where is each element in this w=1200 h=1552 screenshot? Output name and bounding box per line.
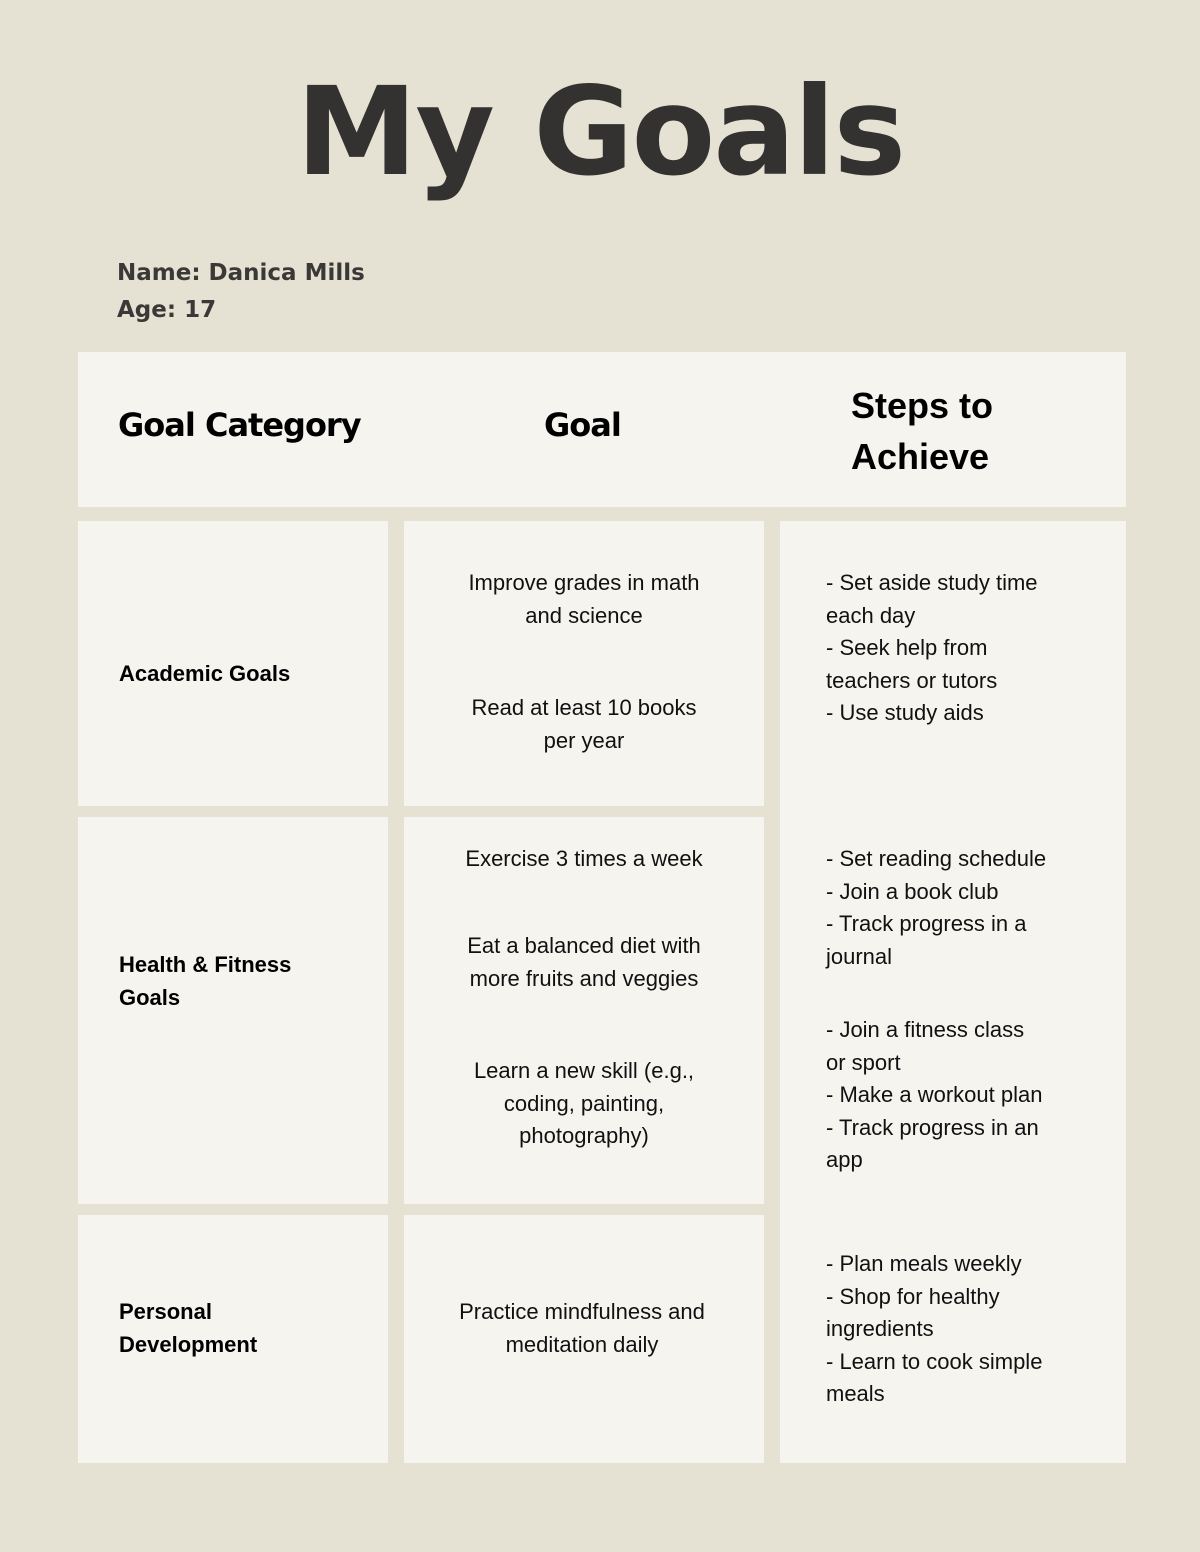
goal-item: Exercise 3 times a week — [404, 843, 764, 876]
header-steps-to-achieve: Steps to Achieve — [851, 380, 1051, 482]
step-line: - Use study aids — [826, 700, 984, 725]
steps-group-fitness: - Join a fitness class or sport - Make a… — [826, 1014, 1096, 1177]
category-label-line: Personal — [119, 1299, 212, 1324]
steps-group-academic: - Set aside study time each day - Seek h… — [826, 567, 1096, 730]
goal-cell-personal-development: Practice mindfulness and meditation dail… — [404, 1215, 764, 1463]
step-line: journal — [826, 943, 893, 969]
goal-line: Learn a new skill (e.g., — [473, 1058, 695, 1083]
header-steps-line: Steps to — [851, 385, 994, 426]
page-title: My Goals — [295, 61, 906, 203]
step-line: meals — [826, 1381, 885, 1406]
goal-cell-academic: Improve grades in math and science Read … — [404, 521, 764, 806]
steps-group-reading: - Set reading schedule - Join a book clu… — [826, 843, 1096, 973]
step-line: - Shop for healthy — [826, 1283, 1000, 1309]
header-goal-category: Goal Category — [118, 406, 362, 444]
step-line: each day — [826, 602, 916, 628]
goal-line: meditation daily — [505, 1331, 659, 1357]
goal-line: Exercise 3 times a week — [465, 846, 703, 871]
step-line: - Track progress in an — [826, 1114, 1039, 1140]
goal-line: Improve grades in math — [468, 570, 700, 595]
category-label-line: Development — [119, 1331, 258, 1357]
category-label: Health & Fitness Goals — [119, 949, 369, 1014]
goal-item: Eat a balanced diet with more fruits and… — [404, 930, 764, 995]
header-goal: Goal — [544, 406, 622, 444]
step-line: - Set reading schedule — [826, 846, 1047, 871]
step-line: - Learn to cook simple — [826, 1348, 1043, 1374]
step-line: - Set aside study time — [826, 570, 1038, 595]
steps-cell: - Set aside study time each day - Seek h… — [780, 521, 1126, 1463]
goal-item: Learn a new skill (e.g., coding, paintin… — [404, 1055, 764, 1153]
student-name: Name: Danica Mills — [117, 260, 365, 286]
goal-line: per year — [543, 727, 625, 753]
step-line: app — [826, 1147, 863, 1172]
category-label: Academic Goals — [119, 658, 369, 691]
goal-line: Practice mindfulness and — [459, 1299, 705, 1324]
goal-line: photography) — [519, 1123, 649, 1148]
steps-group-diet: - Plan meals weekly - Shop for healthy i… — [826, 1248, 1096, 1411]
step-line: teachers or tutors — [826, 667, 998, 693]
goal-item: Practice mindfulness and meditation dail… — [402, 1296, 762, 1361]
step-line: ingredients — [826, 1316, 934, 1341]
step-line: or sport — [826, 1049, 901, 1075]
goal-item: Read at least 10 books per year — [404, 692, 764, 757]
step-line: - Track progress in a — [826, 911, 1027, 936]
goal-line: Read at least 10 books — [471, 695, 697, 720]
goal-line: coding, painting, — [503, 1090, 665, 1116]
category-cell-health-fitness: Health & Fitness Goals — [78, 817, 388, 1204]
student-age: Age: 17 — [117, 297, 217, 323]
goal-item: Improve grades in math and science — [404, 567, 764, 632]
category-cell-personal-development: Personal Development — [78, 1215, 388, 1463]
category-label-line: Academic Goals — [119, 661, 291, 686]
goal-line: Eat a balanced diet with — [467, 933, 701, 958]
goal-line: more fruits and veggies — [469, 965, 699, 991]
header-steps-line: Achieve — [851, 436, 990, 477]
goal-line: and science — [525, 602, 643, 628]
table-header: Goal Category Goal Steps to Achieve — [78, 352, 1126, 507]
step-line: - Make a workout plan — [826, 1082, 1043, 1107]
goal-cell-health-fitness: Exercise 3 times a week Eat a balanced d… — [404, 817, 764, 1204]
category-label: Personal Development — [119, 1296, 369, 1361]
step-line: - Join a book club — [826, 878, 999, 904]
category-label-line: Health & Fitness — [119, 952, 292, 977]
category-cell-academic: Academic Goals — [78, 521, 388, 806]
step-line: - Plan meals weekly — [826, 1251, 1022, 1276]
category-label-line: Goals — [119, 984, 181, 1010]
step-line: - Join a fitness class — [826, 1017, 1025, 1042]
step-line: - Seek help from — [826, 635, 988, 660]
